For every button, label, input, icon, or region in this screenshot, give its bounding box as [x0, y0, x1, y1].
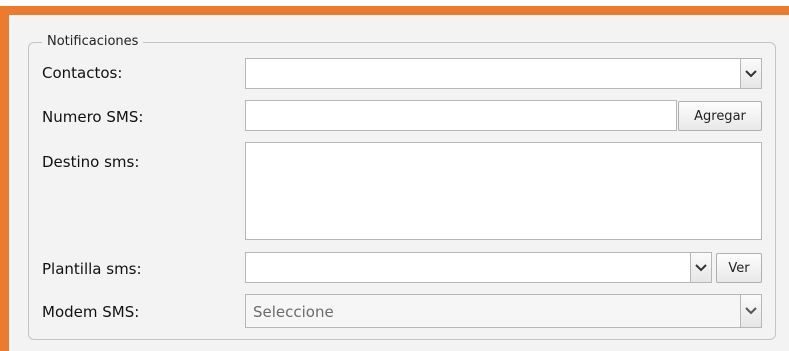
plantilla-sms-dropdown-button[interactable]	[690, 252, 712, 283]
numero-sms-label: Numero SMS:	[42, 108, 144, 126]
ver-button[interactable]: Ver	[716, 253, 762, 283]
chevron-down-icon	[695, 263, 707, 271]
contactos-combobox[interactable]	[245, 58, 762, 89]
contactos-label: Contactos:	[42, 64, 123, 82]
accent-border-top	[0, 6, 789, 15]
plantilla-sms-label: Plantilla sms:	[42, 260, 142, 278]
modem-sms-selected-value: Seleccione	[253, 303, 334, 321]
contactos-dropdown-button[interactable]	[740, 58, 762, 89]
destino-sms-label: Destino sms:	[42, 153, 140, 171]
plantilla-sms-combobox[interactable]	[245, 252, 712, 283]
modem-sms-label: Modem SMS:	[42, 303, 140, 321]
numero-sms-input[interactable]	[245, 100, 677, 131]
modem-sms-dropdown-button[interactable]	[740, 294, 762, 328]
chevron-down-icon	[745, 69, 757, 77]
modem-sms-select[interactable]: Seleccione	[245, 294, 762, 328]
chevron-down-icon	[745, 307, 757, 315]
accent-border-left	[0, 6, 9, 351]
agregar-button[interactable]: Agregar	[678, 101, 762, 131]
notifications-panel: Notificaciones Contactos: Numero SMS: Ag…	[0, 0, 789, 351]
fieldset-legend: Notificaciones	[42, 33, 144, 51]
destino-sms-textarea[interactable]	[245, 142, 762, 240]
